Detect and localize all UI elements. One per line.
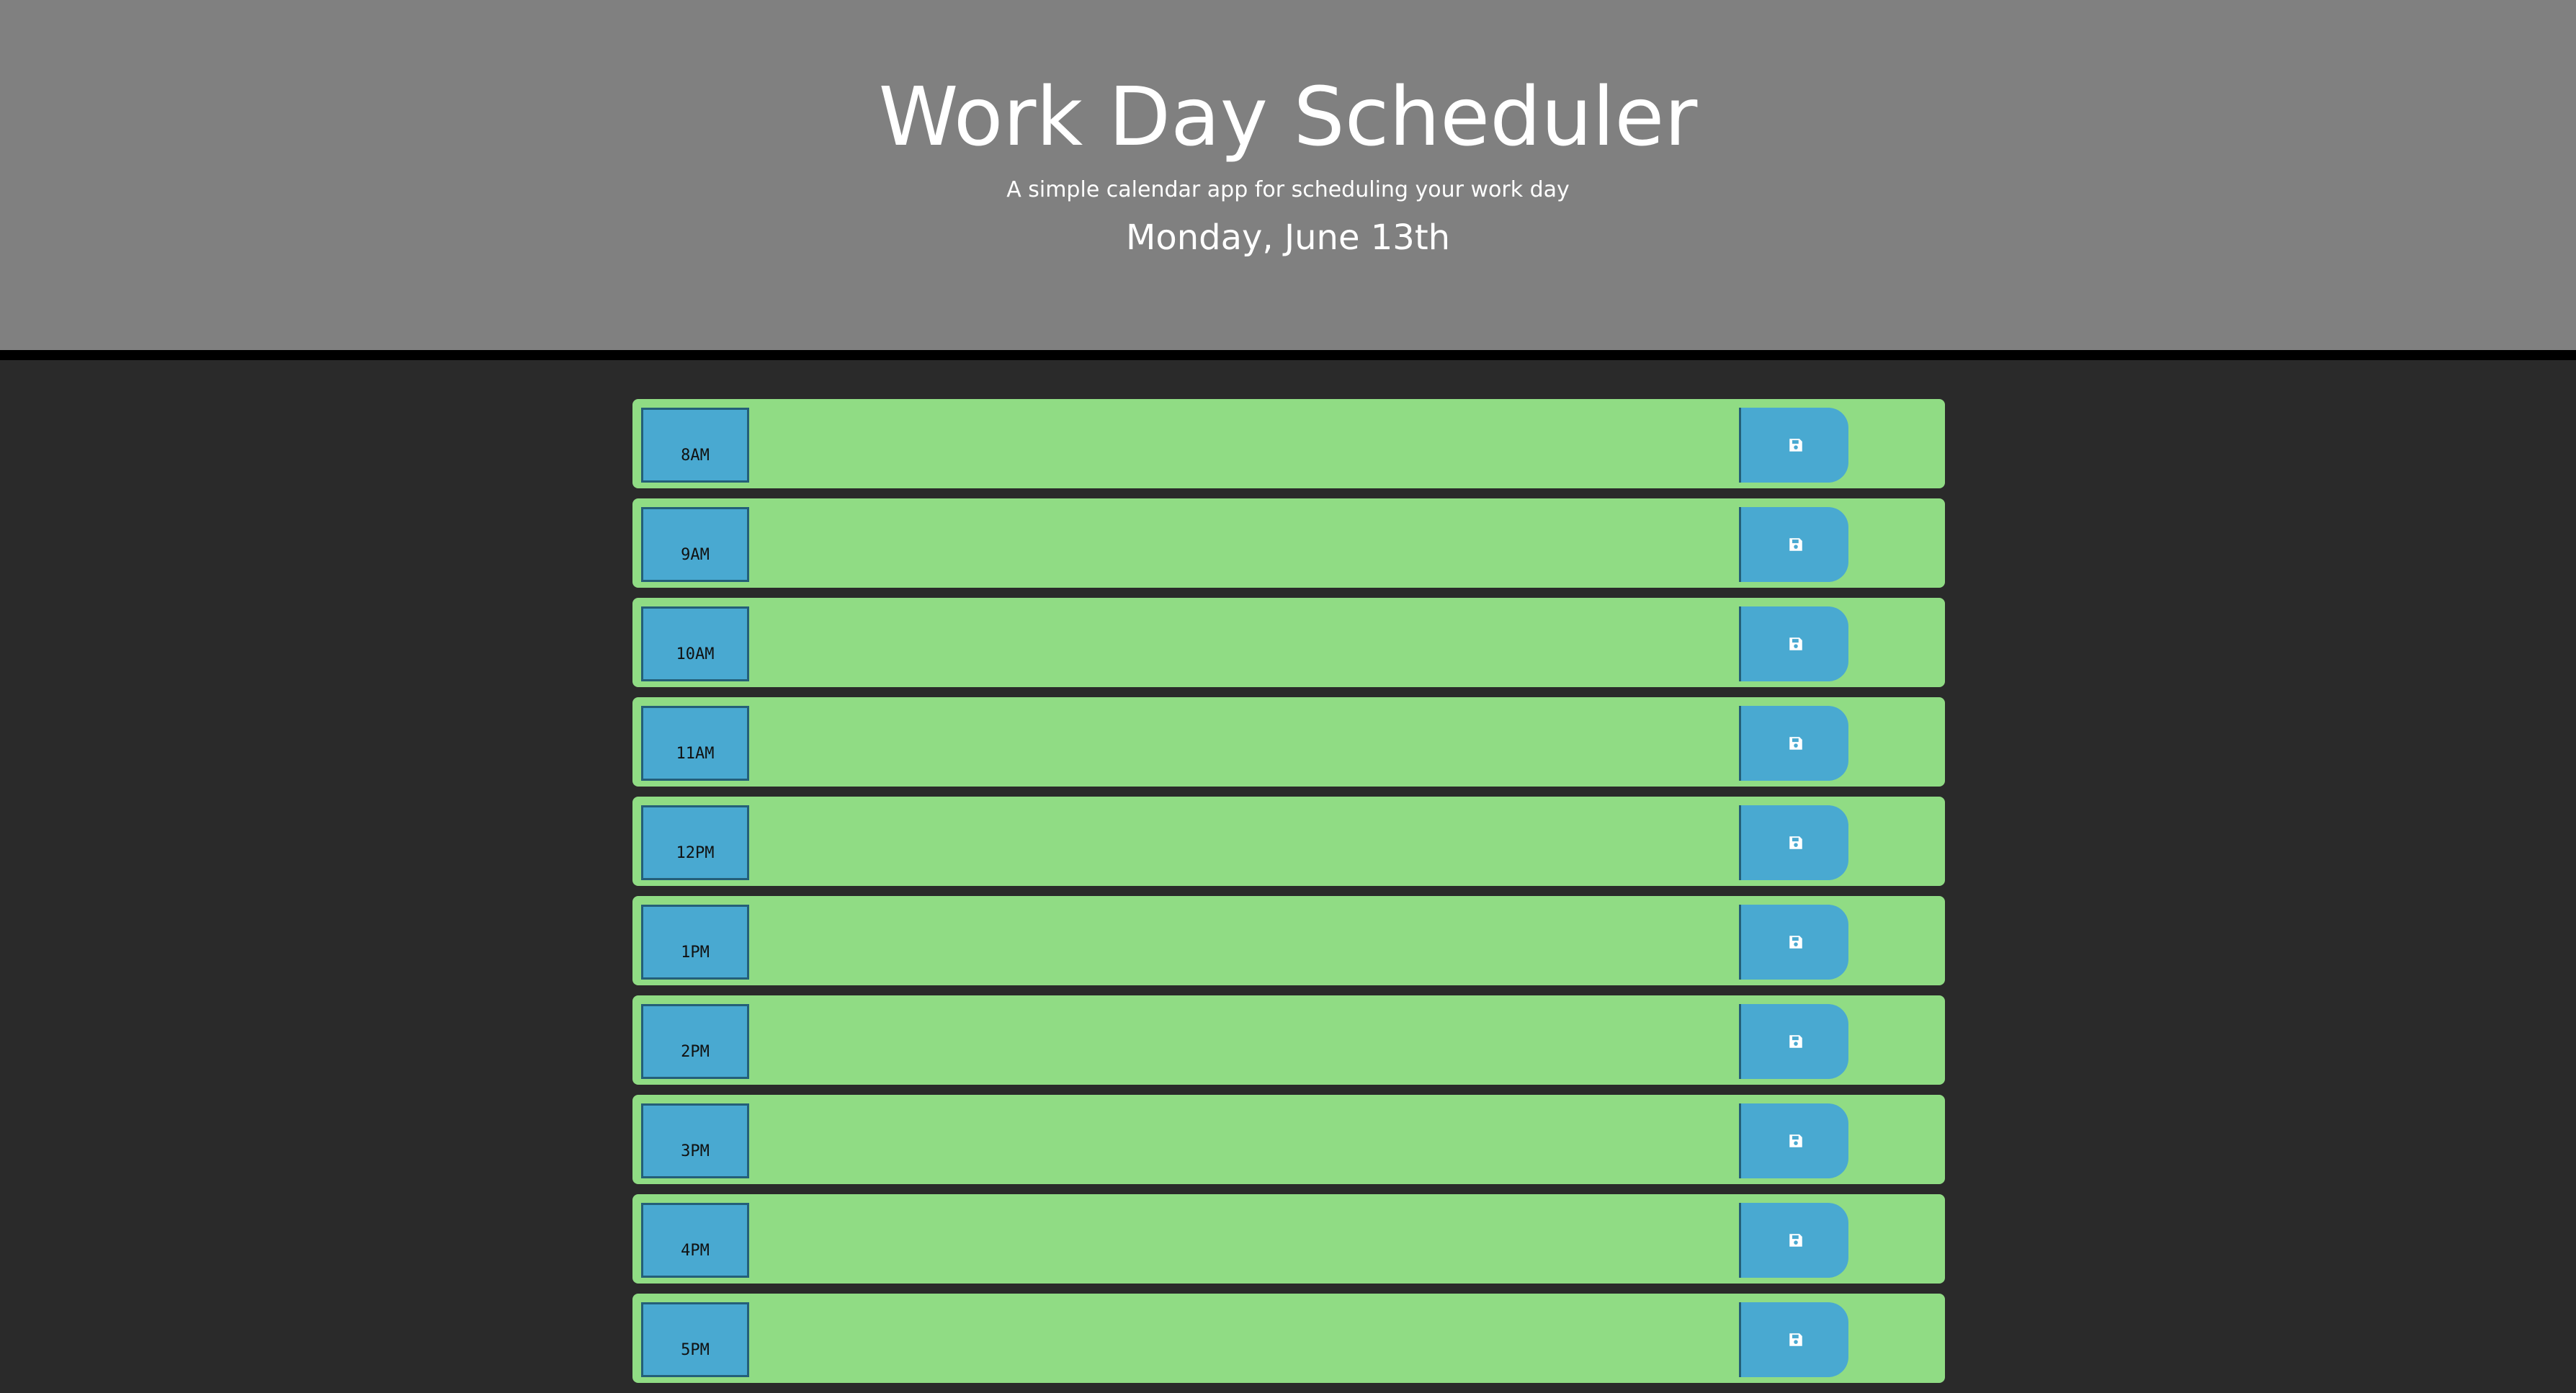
event-description-input[interactable]	[749, 903, 1739, 978]
time-block-row: 8AM	[632, 399, 1945, 488]
save-button[interactable]	[1739, 805, 1848, 880]
time-block-row: 10AM	[632, 598, 1945, 687]
save-button[interactable]	[1739, 606, 1848, 681]
save-button[interactable]	[1739, 1004, 1848, 1079]
page-title: Work Day Scheduler	[878, 71, 1698, 164]
floppy-disk-icon	[1789, 439, 1802, 452]
hour-label-box: 10AM	[641, 606, 749, 681]
hour-label-box: 12PM	[641, 805, 749, 880]
save-button[interactable]	[1739, 507, 1848, 582]
page-subtitle: A simple calendar app for scheduling you…	[1006, 177, 1570, 202]
hour-label: 3PM	[681, 1142, 710, 1160]
event-description-input[interactable]	[749, 506, 1739, 581]
floppy-disk-icon	[1789, 1134, 1802, 1147]
hour-label-box: 2PM	[641, 1004, 749, 1079]
event-description-input[interactable]	[749, 804, 1739, 879]
time-block-row: 11AM	[632, 697, 1945, 787]
floppy-disk-icon	[1789, 538, 1802, 551]
floppy-disk-icon	[1789, 637, 1802, 650]
hour-label: 8AM	[681, 447, 710, 465]
event-description-input[interactable]	[749, 704, 1739, 779]
hour-label-box: 9AM	[641, 507, 749, 582]
hour-label-box: 11AM	[641, 706, 749, 781]
event-description-input[interactable]	[749, 1102, 1739, 1177]
time-block-row: 1PM	[632, 896, 1945, 985]
hour-label: 11AM	[676, 745, 715, 763]
time-block-row: 9AM	[632, 498, 1945, 588]
schedule-container: 8AM 9AM 10AM 11AM 12PM 1PM 2PM 3PM 4PM 5…	[632, 399, 1945, 1393]
hour-label: 12PM	[676, 844, 715, 862]
event-description-input[interactable]	[749, 1201, 1739, 1276]
time-block-row: 4PM	[632, 1194, 1945, 1284]
save-button[interactable]	[1739, 1203, 1848, 1278]
hour-label-box: 1PM	[641, 905, 749, 980]
hour-label: 2PM	[681, 1043, 710, 1061]
event-description-input[interactable]	[749, 1003, 1739, 1078]
floppy-disk-icon	[1789, 1035, 1802, 1048]
hour-label: 1PM	[681, 944, 710, 962]
save-button[interactable]	[1739, 1103, 1848, 1178]
floppy-disk-icon	[1789, 836, 1802, 849]
header: Work Day Scheduler A simple calendar app…	[0, 0, 2576, 360]
save-button[interactable]	[1739, 905, 1848, 980]
hour-label-box: 3PM	[641, 1103, 749, 1178]
hour-label: 5PM	[681, 1341, 710, 1359]
floppy-disk-icon	[1789, 936, 1802, 949]
hour-label-box: 8AM	[641, 408, 749, 483]
save-button[interactable]	[1739, 706, 1848, 781]
time-block-row: 5PM	[632, 1294, 1945, 1383]
hour-label-box: 5PM	[641, 1302, 749, 1377]
event-description-input[interactable]	[749, 406, 1739, 481]
time-block-row: 3PM	[632, 1095, 1945, 1184]
save-button[interactable]	[1739, 408, 1848, 483]
hour-label: 9AM	[681, 546, 710, 564]
hour-label-box: 4PM	[641, 1203, 749, 1278]
event-description-input[interactable]	[749, 605, 1739, 680]
hour-label: 4PM	[681, 1242, 710, 1260]
hour-label: 10AM	[676, 645, 715, 663]
save-button[interactable]	[1739, 1302, 1848, 1377]
floppy-disk-icon	[1789, 1234, 1802, 1247]
event-description-input[interactable]	[749, 1301, 1739, 1376]
time-block-row: 12PM	[632, 797, 1945, 886]
time-block-row: 2PM	[632, 995, 1945, 1085]
floppy-disk-icon	[1789, 737, 1802, 750]
floppy-disk-icon	[1789, 1333, 1802, 1346]
current-day: Monday, June 13th	[1125, 218, 1451, 258]
